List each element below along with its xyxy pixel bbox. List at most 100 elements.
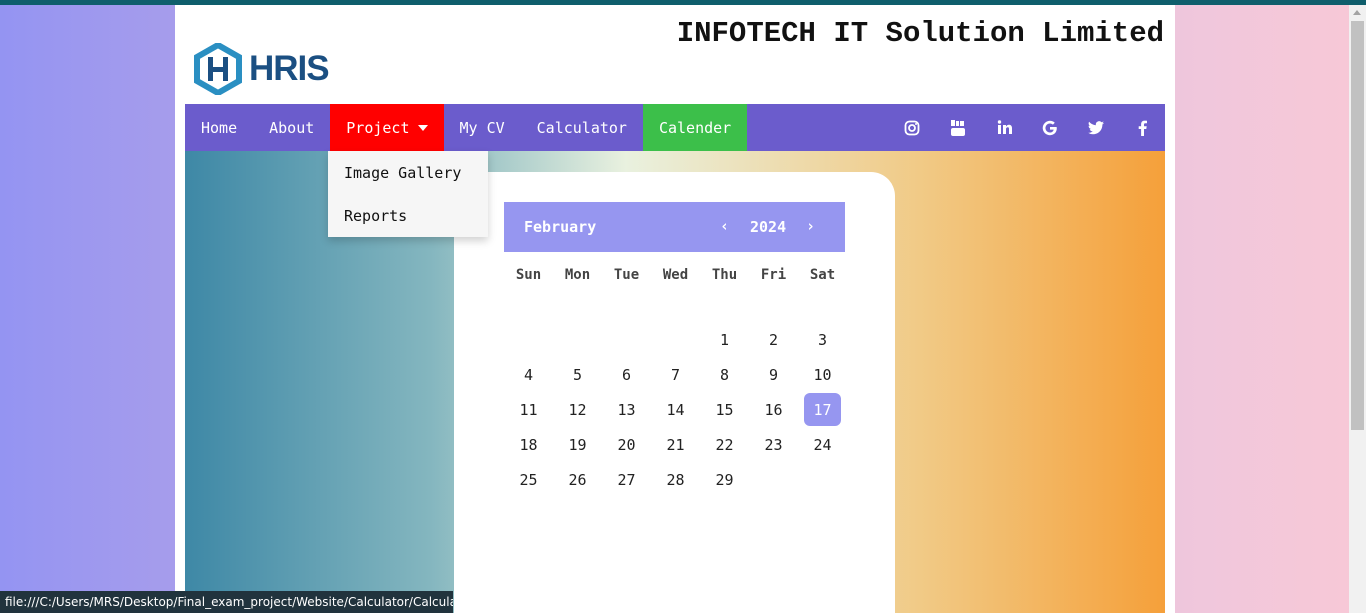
calendar-day[interactable]: 17: [798, 392, 847, 427]
calendar-day[interactable]: 12: [553, 392, 602, 427]
calendar-day[interactable]: 18: [504, 427, 553, 462]
calendar-day-number: 26: [568, 470, 587, 489]
calendar-day[interactable]: 22: [700, 427, 749, 462]
calendar-day-number: 6: [621, 365, 632, 384]
calendar-day-number: 4: [523, 365, 534, 384]
weekday-label: Sun: [515, 267, 542, 283]
page-container: INFOTECH IT Solution Limited HRIS Home A…: [175, 5, 1175, 613]
calendar-day-number: 27: [617, 470, 636, 489]
calendar-day-number: 14: [666, 400, 685, 419]
calendar-day[interactable]: 28: [651, 462, 700, 497]
weekday-label: Sat: [809, 267, 836, 283]
calendar-day[interactable]: 16: [749, 392, 798, 427]
youtube-icon[interactable]: [935, 119, 981, 137]
calendar-day[interactable]: 13: [602, 392, 651, 427]
calendar-header: February ‹ 2024 ›: [504, 202, 845, 252]
nav-my-cv[interactable]: My CV: [444, 104, 521, 151]
calendar-day[interactable]: 10: [798, 357, 847, 392]
social-links: [889, 104, 1165, 151]
nav-project[interactable]: Project: [330, 104, 444, 151]
calendar-day-number: 24: [813, 435, 832, 454]
logo-text: HRIS: [249, 49, 330, 88]
calendar-day-number: 15: [715, 400, 734, 419]
linkedin-icon[interactable]: [981, 120, 1027, 135]
dropdown-item-image-gallery[interactable]: Image Gallery: [328, 151, 488, 194]
calendar-day[interactable]: 7: [651, 357, 700, 392]
twitter-icon[interactable]: [1073, 120, 1119, 135]
calendar-day[interactable]: 23: [749, 427, 798, 462]
weekday-label: Tue: [613, 267, 640, 283]
calendar-day[interactable]: 2: [749, 322, 798, 357]
project-dropdown: Image Gallery Reports: [328, 151, 488, 237]
nav-home[interactable]: Home: [185, 104, 253, 151]
calendar-day-number: 16: [764, 400, 783, 419]
calendar-day-number: 12: [568, 400, 587, 419]
calendar-year: 2024: [750, 218, 787, 236]
nav-calculator[interactable]: Calculator: [521, 104, 643, 151]
calendar-day-number: 13: [617, 400, 636, 419]
weekday-label: Thu: [711, 267, 738, 283]
calendar-day[interactable]: 24: [798, 427, 847, 462]
calendar-day-empty: [553, 322, 602, 357]
calendar-day-number: 5: [572, 365, 583, 384]
calendar-day-number: 3: [817, 330, 828, 349]
google-icon[interactable]: [1027, 120, 1073, 136]
calendar-day[interactable]: 26: [553, 462, 602, 497]
calendar-day-number: 9: [768, 365, 779, 384]
calendar-day[interactable]: 21: [651, 427, 700, 462]
next-year-icon[interactable]: ›: [806, 217, 815, 235]
dropdown-item-reports[interactable]: Reports: [328, 194, 488, 237]
calendar-day[interactable]: 29: [700, 462, 749, 497]
calendar-month: February: [524, 218, 597, 236]
calendar-day[interactable]: 6: [602, 357, 651, 392]
calendar-day[interactable]: 27: [602, 462, 651, 497]
calendar-day[interactable]: 19: [553, 427, 602, 462]
calendar-day-empty: [651, 322, 700, 357]
calendar-day[interactable]: 20: [602, 427, 651, 462]
calendar-day[interactable]: 11: [504, 392, 553, 427]
caret-down-icon: [417, 124, 428, 131]
calendar-day[interactable]: 5: [553, 357, 602, 392]
facebook-icon[interactable]: [1119, 120, 1165, 136]
calendar-day[interactable]: 1: [700, 322, 749, 357]
calendar-day[interactable]: 14: [651, 392, 700, 427]
scroll-thumb[interactable]: [1351, 21, 1364, 430]
calendar-day-number: 17: [804, 393, 841, 426]
calendar-grid: Sun Mon Tue Wed Thu Fri Sat 1 2 3 4 5 6 7 8 9 10 1…: [504, 267, 847, 497]
calendar-day-number: 23: [764, 435, 783, 454]
hris-logo-icon: [194, 43, 242, 95]
instagram-icon[interactable]: [889, 120, 935, 136]
calendar-day[interactable]: 25: [504, 462, 553, 497]
calendar-day-number: 1: [719, 330, 730, 349]
calendar-day-number: 25: [519, 470, 538, 489]
calendar-day-number: 11: [519, 400, 538, 419]
calendar-day[interactable]: 8: [700, 357, 749, 392]
prev-year-icon[interactable]: ‹: [720, 217, 729, 235]
calendar-card: February ‹ 2024 › Sun Mon Tue Wed Thu Fr…: [454, 172, 895, 613]
weekday-label: Wed: [662, 267, 689, 283]
calendar-day[interactable]: 4: [504, 357, 553, 392]
calendar-day-empty: [504, 322, 553, 357]
calendar-day-number: 2: [768, 330, 779, 349]
calendar-day-number: 19: [568, 435, 587, 454]
logo[interactable]: HRIS: [193, 43, 330, 95]
nav-calender[interactable]: Calender: [642, 104, 748, 151]
company-name: INFOTECH IT Solution Limited: [676, 17, 1164, 50]
calendar-day-number: 20: [617, 435, 636, 454]
browser-status-bar: file:///C:/Users/MRS/Desktop/Final_exam_…: [0, 591, 453, 613]
scroll-up-arrow-icon[interactable]: [1353, 10, 1361, 15]
calendar-day-number: 28: [666, 470, 685, 489]
page-scrollbar[interactable]: [1349, 5, 1366, 613]
nav-project-label: Project: [346, 118, 410, 137]
calendar-day[interactable]: 3: [798, 322, 847, 357]
calendar-day-number: 21: [666, 435, 685, 454]
nav-about[interactable]: About: [253, 104, 330, 151]
main-nav: Home About Project My CV Calculator Cale…: [185, 104, 1165, 151]
calendar-days: 1 2 3 4 5 6 7 8 9 10 11 12 13 14 15 16 17 18 19 20 21 22 23 24 2…: [504, 322, 847, 497]
weekday-row: Sun Mon Tue Wed Thu Fri Sat: [504, 267, 847, 283]
calendar-day[interactable]: 9: [749, 357, 798, 392]
calendar-day-number: 10: [813, 365, 832, 384]
calendar-day[interactable]: 15: [700, 392, 749, 427]
calendar-day-empty: [602, 322, 651, 357]
weekday-label: Fri: [760, 267, 787, 283]
